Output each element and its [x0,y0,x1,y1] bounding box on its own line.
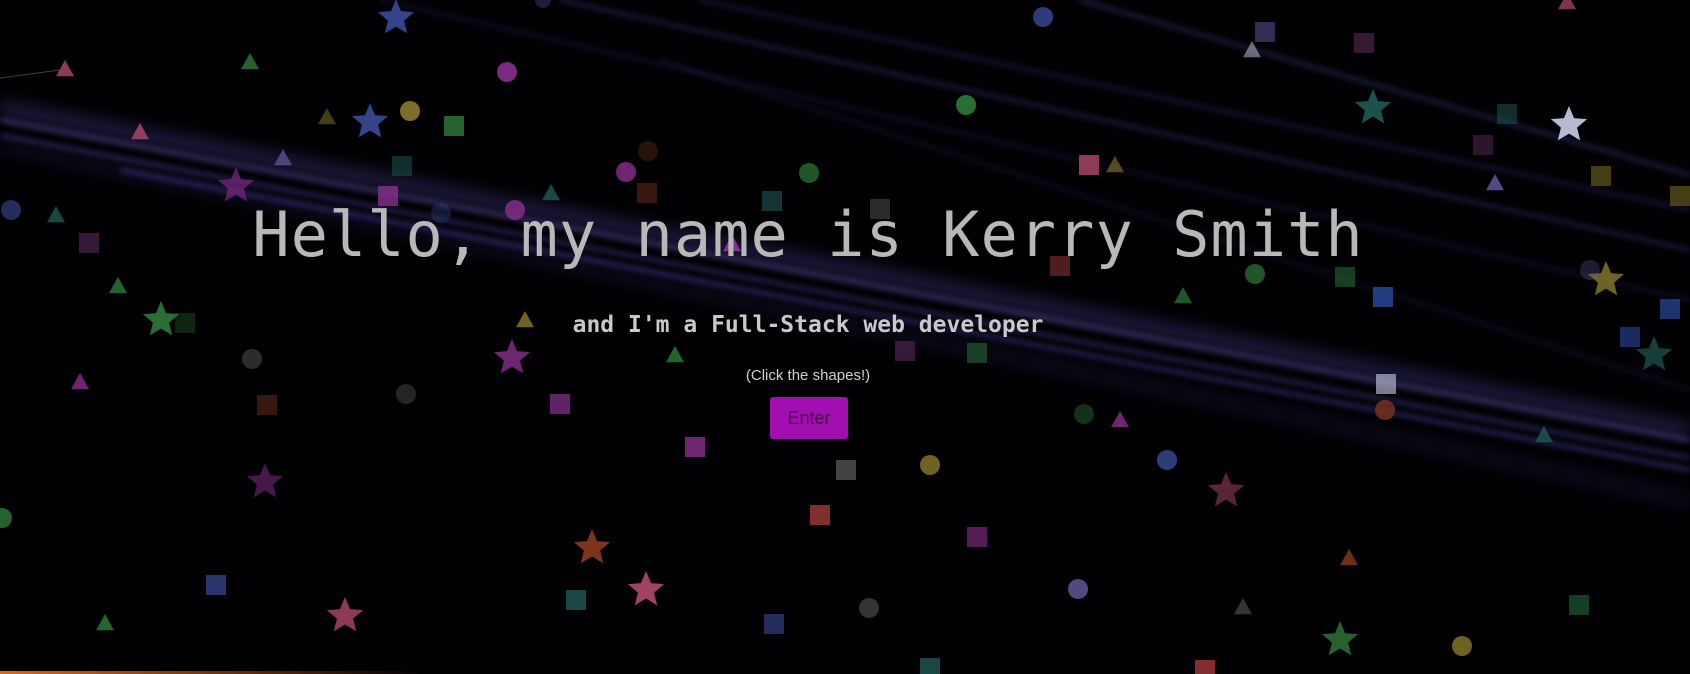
hero-section: Hello, my name is Kerry Smith and I'm a … [0,0,1690,674]
enter-button[interactable]: Enter [770,397,848,439]
page-subtitle: and I'm a Full-Stack web developer [572,312,1044,338]
shapes-hint: (Click the shapes!) [745,367,871,384]
page-title: Hello, my name is Kerry Smith [252,198,1364,271]
landing-scene: Hello, my name is Kerry Smith and I'm a … [0,0,1690,674]
